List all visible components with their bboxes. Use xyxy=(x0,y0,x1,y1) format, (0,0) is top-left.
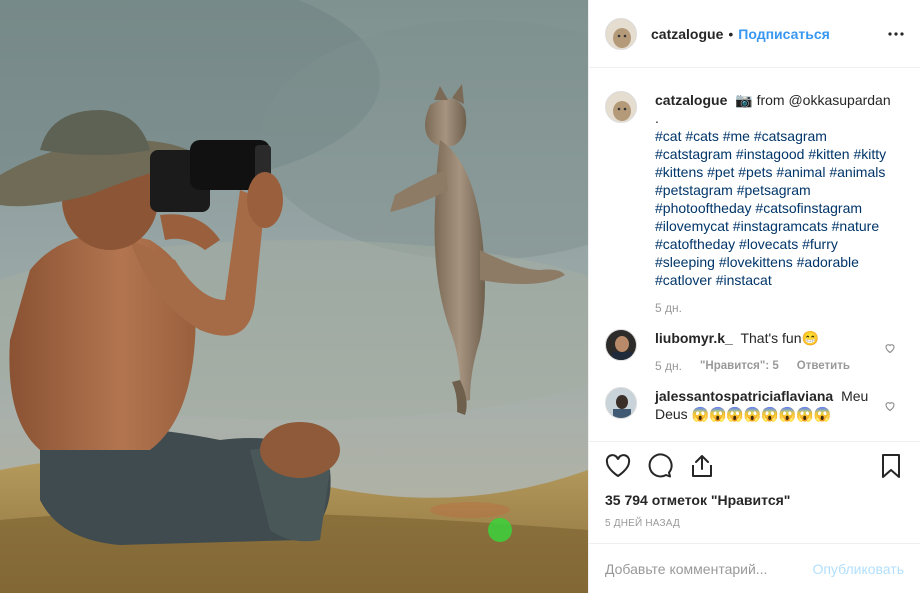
caption-text: catzalogue 📷 from @okkasupardan . #cat #… xyxy=(655,91,897,289)
comment-text: liubomyr.k_ That's fun😁 xyxy=(655,329,897,347)
caption: catzalogue 📷 from @okkasupardan . #cat #… xyxy=(605,91,904,315)
caption-hashtags[interactable]: #cat #cats #me #catsagram #catstagram #i… xyxy=(655,128,886,288)
comment-meta: 5 дн. "Нравится": 5 Ответить xyxy=(655,359,897,373)
post-header: catzalogue • Подписаться xyxy=(589,0,920,68)
caption-meta: 5 дн. xyxy=(655,301,897,315)
share-icon[interactable] xyxy=(689,453,715,479)
post-time[interactable]: 5 дней назад xyxy=(605,518,904,529)
post-comment-button[interactable]: Опубликовать xyxy=(812,561,904,577)
comments-list[interactable]: catzalogue 📷 from @okkasupardan . #cat #… xyxy=(589,69,920,441)
comment-input[interactable]: Добавьте комментарий... xyxy=(605,561,767,577)
author-username[interactable]: catzalogue xyxy=(651,26,723,42)
commenter-avatar[interactable] xyxy=(605,329,637,361)
post-side-panel: catzalogue • Подписаться catzalogue 📷 fr… xyxy=(588,0,920,593)
caption-source: from @okkasupardan xyxy=(756,92,891,108)
comment-item: liubomyr.k_ That's fun😁 5 дн. "Нравится"… xyxy=(605,329,904,373)
caption-avatar[interactable] xyxy=(605,91,637,123)
comment-time[interactable]: 5 дн. xyxy=(655,359,682,373)
follow-button[interactable]: Подписаться xyxy=(738,26,830,42)
reply-button[interactable]: Ответить xyxy=(797,360,850,372)
comment-username[interactable]: liubomyr.k_ xyxy=(655,330,733,346)
add-comment-bar: Добавьте комментарий... Опубликовать xyxy=(589,543,920,593)
post-photo[interactable] xyxy=(0,0,588,593)
like-count[interactable]: 35 794 отметок "Нравится" xyxy=(605,492,904,508)
caption-username[interactable]: catzalogue xyxy=(655,92,727,108)
comment-like-icon[interactable] xyxy=(884,341,896,354)
header-separator: • xyxy=(728,25,734,42)
caption-time[interactable]: 5 дн. xyxy=(655,301,682,315)
comment-icon[interactable] xyxy=(647,453,673,479)
heart-icon[interactable] xyxy=(605,453,631,479)
camera-emoji: 📷 xyxy=(735,92,753,108)
comment-text: jalessantospatriciaflaviana Meu Deus 😱😱😱… xyxy=(655,387,897,423)
comment-body: That's fun😁 xyxy=(740,330,819,346)
post-actions: 35 794 отметок "Нравится" 5 дней назад xyxy=(589,441,920,529)
caption-dot: . xyxy=(655,110,659,126)
bookmark-icon[interactable] xyxy=(878,453,904,479)
comment-like-icon[interactable] xyxy=(884,399,896,412)
author-avatar[interactable] xyxy=(605,17,637,50)
commenter-avatar[interactable] xyxy=(605,387,637,419)
action-icons xyxy=(605,442,904,490)
photo-illustration xyxy=(0,0,588,593)
comment-likes[interactable]: "Нравится": 5 xyxy=(700,360,779,372)
comment-username[interactable]: jalessantospatriciaflaviana xyxy=(655,388,833,404)
comment-item: jalessantospatriciaflaviana Meu Deus 😱😱😱… xyxy=(605,387,904,423)
more-icon[interactable] xyxy=(888,26,904,42)
